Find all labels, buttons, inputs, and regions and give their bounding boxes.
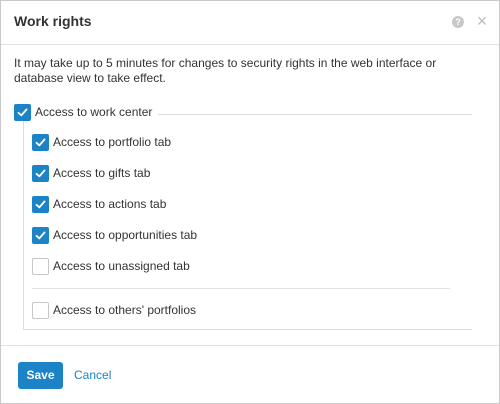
portfolio-tab-checkbox[interactable] — [32, 134, 49, 151]
checkmark-icon — [35, 200, 46, 209]
others-portfolios-label: Access to others' portfolios — [53, 303, 197, 317]
opportunities-tab-checkbox[interactable] — [32, 227, 49, 244]
actions-tab-label: Access to actions tab — [53, 197, 167, 211]
checkmark-icon — [17, 108, 28, 117]
unassigned-tab-checkbox[interactable] — [32, 258, 49, 275]
gifts-tab-label: Access to gifts tab — [53, 166, 151, 180]
group-divider — [32, 288, 450, 289]
opportunities-tab-label: Access to opportunities tab — [53, 228, 198, 242]
work-rights-dialog: Work rights ? × It may take up to 5 minu… — [0, 0, 500, 404]
work-center-label: Access to work center — [35, 105, 153, 119]
close-icon[interactable]: × — [475, 12, 489, 30]
dialog-title: Work rights — [14, 13, 92, 29]
cancel-button[interactable]: Cancel — [74, 362, 111, 389]
checkmark-icon — [35, 138, 46, 147]
dialog-header: Work rights ? × — [1, 1, 499, 45]
others-portfolios-checkbox[interactable] — [32, 302, 49, 319]
checkmark-icon — [35, 169, 46, 178]
checkmark-icon — [35, 231, 46, 240]
security-notice: It may take up to 5 minutes for changes … — [14, 56, 437, 85]
gifts-tab-checkbox[interactable] — [32, 165, 49, 182]
unassigned-tab-label: Access to unassigned tab — [53, 259, 190, 273]
footer-divider — [1, 345, 499, 346]
question-circle-icon[interactable]: ? — [452, 16, 464, 28]
actions-tab-checkbox[interactable] — [32, 196, 49, 213]
portfolio-tab-label: Access to portfolio tab — [53, 135, 172, 149]
work-center-checkbox[interactable] — [14, 104, 31, 121]
save-button[interactable]: Save — [18, 362, 63, 389]
